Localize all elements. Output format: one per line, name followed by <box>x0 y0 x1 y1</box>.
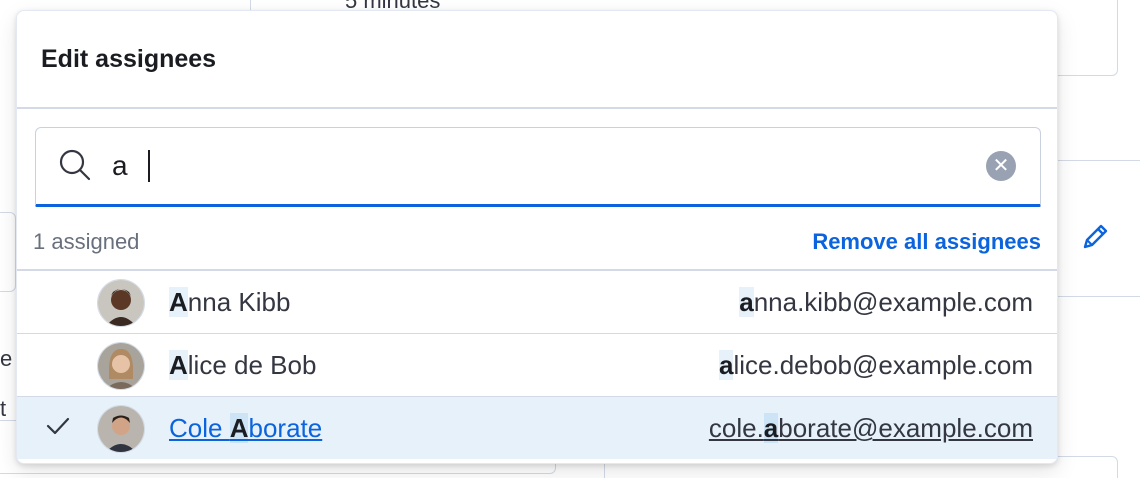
search-input[interactable] <box>110 144 974 188</box>
assignee-email: cole.aborate@example.com <box>709 413 1033 444</box>
name-match-highlight: A <box>169 350 188 380</box>
assignee-option-cole-aborate[interactable]: Cole Aborate cole.aborate@example.com <box>17 397 1057 459</box>
assigned-count: 1 assigned <box>33 229 140 254</box>
assignee-email: alice.debob@example.com <box>718 350 1033 381</box>
email-match-highlight: a <box>739 287 754 317</box>
assignee-email: anna.kibb@example.com <box>739 287 1033 318</box>
name-match-highlight: A <box>229 413 249 443</box>
page: 5 minutes e t Edit assignees ✕ 1 assigne… <box>0 0 1140 478</box>
email-text: nna.kibb@example.com <box>753 287 1033 317</box>
background-text-left: t <box>0 396 7 421</box>
assignee-name: Cole Aborate <box>169 413 322 444</box>
remove-all-assignees-link[interactable]: Remove all assignees <box>812 229 1041 255</box>
avatar <box>97 342 145 390</box>
text-caret <box>148 150 150 182</box>
search-icon <box>59 149 91 181</box>
name-text: Cole <box>169 413 230 443</box>
assignee-option-alice-de-bob[interactable]: Alice de Bob alice.debob@example.com <box>17 334 1057 397</box>
assignee-name: Alice de Bob <box>169 350 316 381</box>
background-divider <box>1056 296 1140 297</box>
name-text: lice de Bob <box>187 350 317 380</box>
clear-icon: ✕ <box>992 155 1010 177</box>
assignee-name: Anna Kibb <box>169 287 290 318</box>
name-text: borate <box>248 413 323 443</box>
email-text: cole. <box>708 413 764 443</box>
avatar <box>97 279 145 327</box>
avatar <box>97 405 145 453</box>
popover-title: Edit assignees <box>41 45 217 73</box>
name-match-highlight: A <box>169 287 188 317</box>
assignee-option-anna-kibb[interactable]: Anna Kibb anna.kibb@example.com <box>17 271 1057 334</box>
email-text: lice.debob@example.com <box>733 350 1033 380</box>
check-icon <box>46 417 70 435</box>
name-text: nna Kibb <box>187 287 291 317</box>
email-match-highlight: a <box>763 413 779 443</box>
clear-search-button[interactable]: ✕ <box>986 151 1016 181</box>
background-divider <box>1056 160 1140 161</box>
popover-header: Edit assignees <box>17 11 1057 109</box>
edit-assignees-popover: Edit assignees ✕ 1 assigned Remove all a… <box>16 10 1058 464</box>
email-match-highlight: a <box>718 350 734 380</box>
email-text: borate@example.com <box>778 413 1033 443</box>
background-card-bottom-left <box>0 212 16 292</box>
assignee-summary-row: 1 assigned Remove all assignees <box>17 215 1057 271</box>
pencil-icon[interactable] <box>1078 220 1112 254</box>
assignee-search-field[interactable]: ✕ <box>35 127 1041 207</box>
background-text-left: e <box>0 346 13 371</box>
